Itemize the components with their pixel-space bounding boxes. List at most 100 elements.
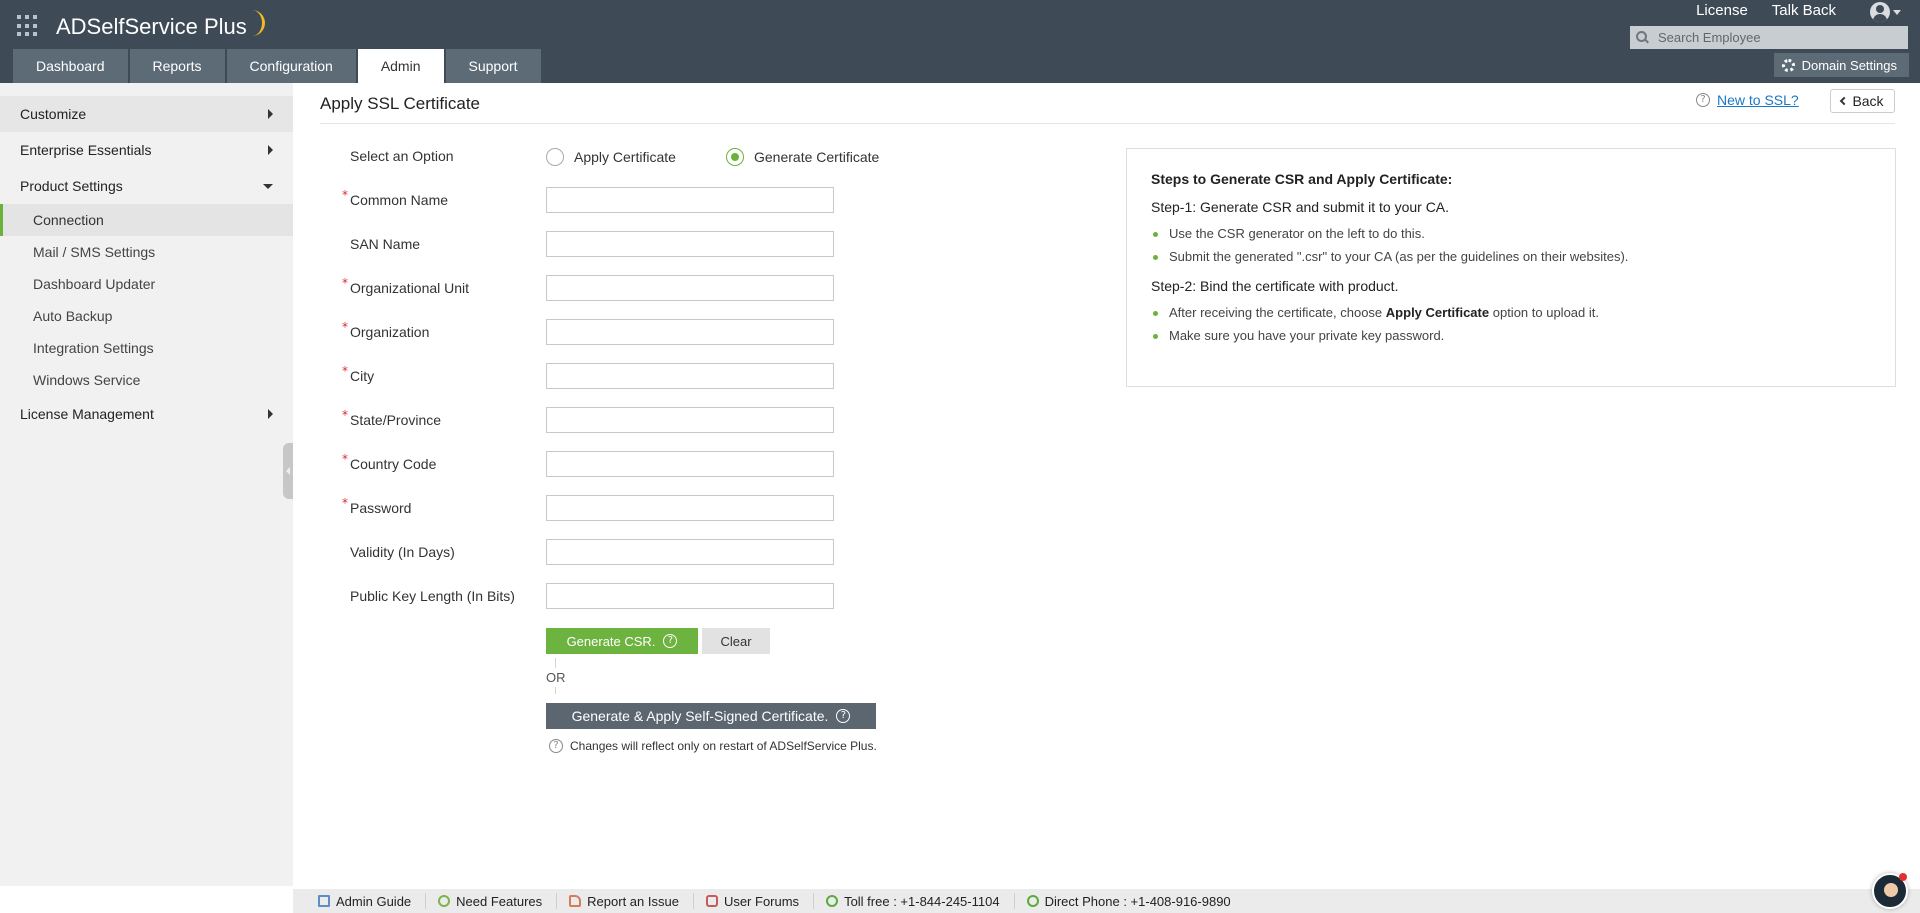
employee-search [1630, 26, 1908, 49]
logo-arc-icon [249, 10, 265, 36]
field-label-password: Password [350, 500, 412, 516]
radio-checked-icon [726, 148, 744, 166]
back-label: Back [1852, 93, 1884, 109]
radio-generate-certificate[interactable]: Generate Certificate [726, 148, 879, 166]
tab-configuration[interactable]: Configuration [226, 49, 356, 83]
footer-toll-free[interactable]: Toll free : +1-844-245-1104 [826, 893, 1015, 909]
app-name: ADSelfService Plus [56, 14, 247, 39]
search-input[interactable] [1658, 26, 1898, 49]
title-divider [320, 123, 1895, 124]
validity-field[interactable] [546, 539, 834, 565]
forum-icon [705, 895, 718, 907]
steps-panel: Steps to Generate CSR and Apply Certific… [1126, 148, 1896, 387]
sidebar-item-windows-service[interactable]: Windows Service [0, 364, 293, 396]
chat-support-icon[interactable] [1872, 873, 1908, 909]
help-icon[interactable]: ? [836, 709, 851, 723]
sidebar-item-connection[interactable]: Connection [0, 204, 293, 236]
field-label-state-province: State/Province [350, 412, 442, 428]
talk-back-link[interactable]: Talk Back [1772, 2, 1836, 19]
generate-csr-button[interactable]: Generate CSR. ? [546, 628, 698, 654]
restart-note-text: Changes will reflect only on restart of … [570, 739, 877, 753]
sidebar-section-label: Enterprise Essentials [20, 142, 152, 158]
user-menu[interactable] [1870, 1, 1906, 23]
list-item: After receiving the certificate, choose … [1151, 305, 1871, 320]
clear-button[interactable]: Clear [702, 628, 770, 654]
radio-label: Generate Certificate [754, 149, 880, 165]
organizational-unit-field[interactable] [546, 275, 834, 301]
footer-admin-guide[interactable]: Admin Guide [318, 893, 427, 909]
bulb-icon [438, 895, 451, 907]
state-province-field[interactable] [546, 407, 834, 433]
footer-label: Report an Issue [587, 893, 679, 909]
sidebar-section-label: Product Settings [20, 178, 123, 194]
list-item: Make sure you have your private key pass… [1151, 328, 1871, 343]
app-grid-icon[interactable] [17, 15, 41, 37]
san-name-field[interactable] [546, 231, 834, 257]
required-marker: * [342, 188, 348, 202]
tab-support[interactable]: Support [445, 49, 541, 83]
domain-settings-button[interactable]: Domain Settings [1773, 53, 1909, 77]
chevron-left-icon [1840, 96, 1849, 106]
footer-label: Need Features [456, 893, 543, 909]
sidebar-section-license-management[interactable]: License Management [0, 396, 293, 432]
footer-label: Direct Phone : +1-408-916-9890 [1044, 893, 1231, 909]
footer-user-forums[interactable]: User Forums [705, 893, 815, 909]
footer-bar: Admin Guide Need Features Report an Issu… [293, 889, 1920, 913]
search-icon[interactable] [1630, 26, 1658, 49]
required-marker: * [342, 364, 348, 378]
new-to-ssl-link[interactable]: New to SSL? [1717, 92, 1799, 108]
sidebar-section-label: Customize [20, 106, 87, 122]
steps-heading: Steps to Generate CSR and Apply Certific… [1151, 171, 1453, 187]
back-button[interactable]: Back [1830, 89, 1895, 113]
field-label-validity: Validity (In Days) [350, 544, 455, 560]
country-code-field[interactable] [546, 451, 834, 477]
password-field[interactable] [546, 495, 834, 521]
sidebar-section-customize[interactable]: Customize [0, 96, 293, 132]
tab-dashboard[interactable]: Dashboard [13, 49, 128, 83]
list-item: Submit the generated ".csr" to your CA (… [1151, 249, 1871, 264]
field-label-organization: Organization [350, 324, 430, 340]
city-field[interactable] [546, 363, 834, 389]
phone-icon [1026, 895, 1039, 907]
triangle-right-icon [268, 409, 273, 419]
sidebar-item-mail-sms-settings[interactable]: Mail / SMS Settings [0, 236, 293, 268]
step-1-list: Use the CSR generator on the left to do … [1151, 226, 1871, 264]
license-link[interactable]: License [1696, 2, 1748, 19]
public-key-length-field[interactable] [546, 583, 834, 609]
gear-icon [1781, 58, 1795, 72]
triangle-right-icon [268, 109, 273, 119]
required-marker: * [342, 408, 348, 422]
tab-reports[interactable]: Reports [129, 49, 225, 83]
help-icon[interactable]: ? [663, 634, 678, 648]
step-2-title: Step-2: Bind the certificate with produc… [1151, 278, 1399, 294]
sidebar-section-enterprise-essentials[interactable]: Enterprise Essentials [0, 132, 293, 168]
sidebar-item-integration-settings[interactable]: Integration Settings [0, 332, 293, 364]
app-logo[interactable]: ADSelfService Plus [56, 10, 265, 42]
organization-field[interactable] [546, 319, 834, 345]
tab-admin[interactable]: Admin [357, 49, 444, 83]
self-signed-certificate-button[interactable]: Generate & Apply Self-Signed Certificate… [546, 703, 876, 729]
field-label-country-code: Country Code [350, 456, 437, 472]
select-option-label: Select an Option [350, 148, 454, 164]
list-item-bold: Apply Certificate [1385, 305, 1490, 320]
radio-unchecked-icon [546, 148, 564, 166]
sidebar-collapse-handle[interactable] [283, 443, 293, 499]
common-name-field[interactable] [546, 187, 834, 213]
restart-note: ? Changes will reflect only on restart o… [549, 739, 877, 753]
footer-label: User Forums [723, 893, 800, 909]
sidebar-item-dashboard-updater[interactable]: Dashboard Updater [0, 268, 293, 300]
required-marker: * [342, 496, 348, 510]
sidebar-item-auto-backup[interactable]: Auto Backup [0, 300, 293, 332]
triangle-down-icon [263, 183, 273, 189]
footer-direct-phone[interactable]: Direct Phone : +1-408-916-9890 [1026, 893, 1245, 909]
list-item: Use the CSR generator on the left to do … [1151, 226, 1871, 241]
required-marker: * [342, 320, 348, 334]
footer-report-issue[interactable]: Report an Issue [569, 893, 694, 909]
main-tabs: Dashboard Reports Configuration Admin Su… [13, 49, 541, 83]
radio-apply-certificate[interactable]: Apply Certificate [546, 148, 676, 166]
sidebar-section-product-settings[interactable]: Product Settings [0, 168, 293, 204]
triangle-right-icon [268, 145, 273, 155]
sidebar-section-label: License Management [20, 406, 154, 422]
flag-icon [569, 895, 582, 907]
footer-need-features[interactable]: Need Features [438, 893, 558, 909]
